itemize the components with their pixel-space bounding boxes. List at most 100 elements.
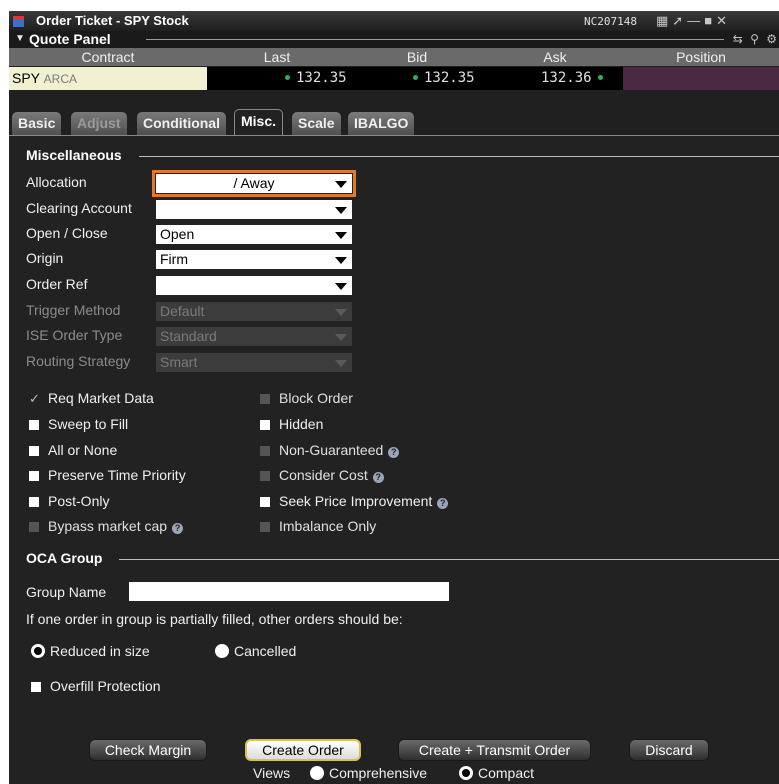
block-order-checkbox: Block Order	[260, 390, 353, 406]
open-close-select[interactable]: Open	[156, 225, 352, 244]
cancelled-radio[interactable]: Cancelled	[215, 643, 296, 659]
contract-cell[interactable]: SPY ARCA	[9, 67, 207, 90]
quote-panel-title: Quote Panel	[29, 31, 111, 47]
account-id: NC207148	[584, 15, 637, 28]
ask-cell[interactable]: 132.36	[541, 67, 603, 90]
dropdown-arrow-icon[interactable]	[335, 181, 347, 188]
allocation-select[interactable]: / Away	[152, 170, 356, 197]
checkbox-box[interactable]	[29, 497, 39, 507]
radio-unselected[interactable]	[215, 644, 229, 658]
help-icon[interactable]: ?	[172, 523, 184, 534]
help-icon[interactable]: ?	[437, 498, 449, 509]
ise-order-type-select: Standard	[156, 327, 352, 346]
req-market-data-checkbox[interactable]: ✓ Req Market Data	[29, 390, 154, 407]
consider-cost-label: Consider Cost	[279, 467, 368, 483]
order-ref-select[interactable]	[156, 276, 352, 295]
dropdown-arrow-icon[interactable]	[335, 207, 347, 214]
arrows-icon[interactable]: ⇆	[733, 32, 745, 46]
tab-scale[interactable]: Scale	[292, 112, 341, 136]
seek-price-improvement-checkbox[interactable]: Seek Price Improvement?	[260, 493, 449, 509]
hidden-checkbox[interactable]: Hidden	[260, 416, 323, 432]
title-bar: Order Ticket - SPY Stock NC207148 ▦➚—■✕	[9, 11, 779, 31]
reduced-in-size-radio[interactable]: Reduced in size	[31, 643, 150, 659]
sweep-to-fill-checkbox[interactable]: Sweep to Fill	[29, 416, 128, 432]
origin-select[interactable]: Firm	[156, 250, 352, 269]
comprehensive-radio[interactable]: Comprehensive	[310, 765, 427, 781]
checkbox-box[interactable]	[260, 497, 270, 507]
create-order-button[interactable]: Create Order	[245, 739, 361, 761]
trigger-method-select: Default	[156, 302, 352, 321]
checkbox-box[interactable]	[31, 682, 41, 692]
checkbox-box[interactable]	[29, 471, 39, 481]
compact-radio[interactable]: Compact	[459, 765, 534, 781]
dropdown-arrow-icon[interactable]	[335, 232, 347, 239]
dropdown-arrow-icon	[335, 309, 347, 316]
open-close-label: Open / Close	[26, 225, 108, 241]
overfill-protection-checkbox[interactable]: Overfill Protection	[31, 678, 160, 694]
block-order-label: Block Order	[279, 390, 353, 406]
bid-cell[interactable]: 132.35	[413, 67, 475, 90]
help-icon[interactable]: ?	[372, 472, 384, 483]
allocation-label: Allocation	[26, 174, 87, 190]
open-close-value: Open	[160, 226, 195, 242]
order-ref-label: Order Ref	[26, 276, 88, 292]
radio-unselected[interactable]	[310, 766, 324, 780]
close-icon[interactable]: ✕	[716, 13, 731, 28]
checkbox-box[interactable]	[260, 420, 270, 430]
create-transmit-order-button[interactable]: Create + Transmit Order	[398, 739, 591, 761]
ask-price: 132.36	[541, 70, 592, 86]
window-title: Order Ticket - SPY Stock	[36, 13, 189, 28]
views-label: Views	[253, 765, 291, 781]
group-name-label: Group Name	[26, 584, 107, 600]
all-or-none-checkbox[interactable]: All or None	[29, 442, 117, 458]
misc-tab-panel: Miscellaneous Allocation / Away Clearing…	[9, 136, 779, 784]
column-ask: Ask	[543, 49, 567, 65]
search-icon[interactable]: ⚲	[750, 32, 761, 46]
tab-basic[interactable]: Basic	[12, 112, 62, 136]
clearing-account-select[interactable]	[156, 200, 352, 219]
ise-order-type-value: Standard	[160, 328, 217, 344]
link-group-icon[interactable]: ▦	[656, 13, 672, 28]
check-margin-button[interactable]: Check Margin	[89, 739, 207, 761]
tab-misc[interactable]: Misc.	[234, 109, 284, 137]
reduced-in-size-label: Reduced in size	[50, 643, 150, 659]
group-name-input[interactable]	[129, 582, 449, 601]
quote-panel-header: ▼ Quote Panel ⇆ ⚲ ⚙	[9, 31, 779, 48]
pin-icon[interactable]: ➚	[672, 13, 687, 28]
preserve-time-priority-checkbox[interactable]: Preserve Time Priority	[29, 467, 186, 483]
order-tabs: Basic Adjust Conditional Misc. Scale IBA…	[9, 108, 779, 137]
preserve-time-priority-label: Preserve Time Priority	[48, 467, 186, 483]
help-icon[interactable]: ?	[388, 447, 400, 458]
post-only-checkbox[interactable]: Post-Only	[29, 493, 109, 509]
routing-strategy-select: Smart	[156, 353, 352, 372]
discard-button[interactable]: Discard	[629, 739, 709, 761]
tab-adjust[interactable]: Adjust	[71, 112, 127, 136]
req-market-data-label: Req Market Data	[48, 390, 154, 406]
settings-icon[interactable]: ⚙	[766, 32, 779, 46]
minimize-icon[interactable]: —	[687, 13, 704, 28]
comprehensive-label: Comprehensive	[329, 765, 428, 781]
bypass-market-cap-label: Bypass market cap	[48, 518, 168, 534]
radio-selected[interactable]	[31, 644, 45, 658]
cancelled-label: Cancelled	[234, 643, 297, 659]
quote-row[interactable]: SPY ARCA 132.35 132.35 132.36	[9, 67, 779, 90]
collapse-chevron-icon[interactable]: ▼	[15, 33, 25, 44]
position-cell[interactable]	[623, 67, 779, 90]
tick-dot-icon	[597, 74, 603, 80]
column-position: Position	[676, 49, 726, 65]
last-price: 132.35	[296, 70, 347, 86]
maximize-icon[interactable]: ■	[704, 13, 716, 28]
dropdown-arrow-icon[interactable]	[335, 283, 347, 290]
non-guaranteed-checkbox: Non-Guaranteed?	[260, 442, 400, 458]
checkbox-box[interactable]	[29, 446, 39, 456]
tab-ibalgo[interactable]: IBALGO	[348, 112, 415, 136]
tab-conditional[interactable]: Conditional	[137, 112, 226, 136]
column-bid: Bid	[406, 49, 428, 65]
dropdown-arrow-icon[interactable]	[335, 257, 347, 264]
overfill-protection-label: Overfill Protection	[50, 678, 161, 694]
quote-panel-tools: ⇆ ⚲ ⚙	[733, 32, 779, 46]
consider-cost-checkbox: Consider Cost?	[260, 467, 384, 483]
checkbox-box[interactable]	[29, 420, 39, 430]
radio-selected[interactable]	[459, 766, 473, 780]
last-cell[interactable]: 132.35	[285, 67, 347, 90]
